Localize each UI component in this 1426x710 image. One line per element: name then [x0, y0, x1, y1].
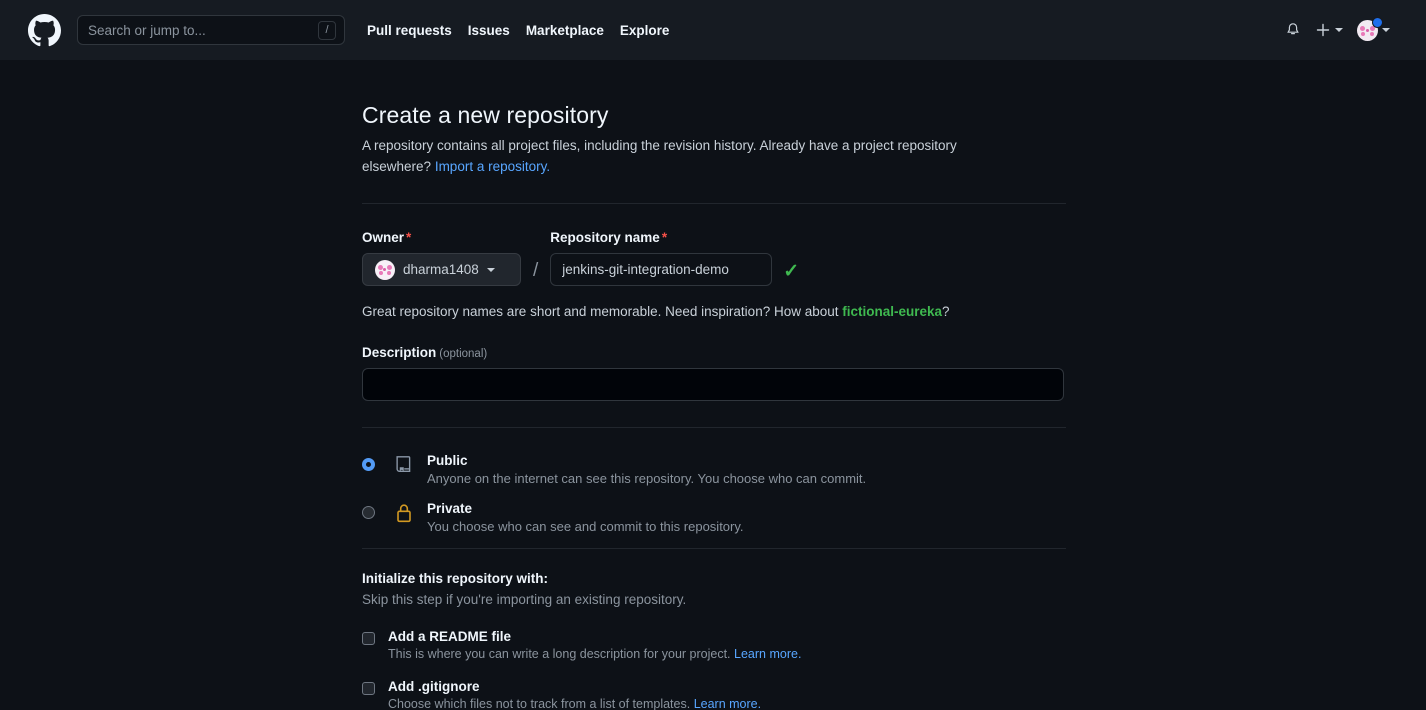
private-text: Private You choose who can see and commi…: [427, 500, 744, 534]
visibility-option-public[interactable]: Public Anyone on the internet can see th…: [362, 452, 1066, 486]
private-title: Private: [427, 501, 473, 516]
user-menu[interactable]: [1357, 16, 1390, 41]
public-title: Public: [427, 453, 468, 468]
repository-name-label: Repository name *: [550, 230, 772, 245]
gitignore-option[interactable]: Add .gitignore Choose which files not to…: [362, 679, 1066, 710]
visibility-options: Public Anyone on the internet can see th…: [362, 452, 1066, 534]
search-shortcut-badge: /: [318, 20, 336, 40]
owner-and-name-row: Owner* dharma1408 / Repository name* ✓: [362, 230, 1066, 286]
readme-sub-text: This is where you can write a long descr…: [388, 647, 731, 661]
header-actions: [1285, 16, 1410, 41]
hint-suffix: ?: [942, 304, 950, 319]
description-label: Description (optional): [362, 345, 1066, 360]
create-repository-form: Create a new repository A repository con…: [362, 102, 1066, 710]
owner-required-marker: *: [406, 230, 412, 245]
search-input[interactable]: [88, 22, 318, 38]
global-search[interactable]: /: [77, 15, 345, 45]
gitignore-checkbox[interactable]: [362, 682, 375, 695]
global-header: / Pull requests Issues Marketplace Explo…: [0, 0, 1426, 60]
description-label-text: Description: [362, 345, 437, 360]
readme-text: Add a README file This is where you can …: [388, 629, 801, 661]
owner-label: Owner *: [362, 230, 521, 245]
repository-name-field: Repository name *: [550, 230, 773, 286]
repository-name-required-marker: *: [661, 230, 668, 245]
primary-nav: Pull requests Issues Marketplace Explore: [367, 23, 669, 38]
import-repository-link[interactable]: Import a repository.: [435, 159, 550, 174]
notification-dot: [1372, 16, 1383, 28]
owner-field: Owner * dharma1408: [362, 230, 521, 286]
readme-checkbox[interactable]: [362, 632, 375, 645]
description-field: Description (optional): [362, 345, 1066, 401]
public-subtitle: Anyone on the internet can see this repo…: [427, 471, 867, 486]
initialize-section: Initialize this repository with: Skip th…: [362, 571, 1066, 710]
gitignore-label: Add .gitignore: [388, 679, 480, 694]
divider-bottom: [362, 548, 1066, 549]
chevron-down-icon: [486, 267, 495, 272]
page-description: A repository contains all project files,…: [362, 135, 1022, 177]
repository-name-input[interactable]: [550, 253, 773, 286]
repository-name-hint: Great repository names are short and mem…: [362, 304, 1066, 319]
owner-selected-name: dharma1408: [403, 262, 479, 277]
gitignore-text: Add .gitignore Choose which files not to…: [388, 679, 761, 710]
repo-icon: [392, 452, 416, 474]
nav-item-marketplace[interactable]: Marketplace: [526, 23, 604, 38]
initialize-title: Initialize this repository with:: [362, 571, 549, 586]
readme-option[interactable]: Add a README file This is where you can …: [362, 629, 1066, 661]
divider-top: [362, 203, 1066, 204]
plus-icon: [1316, 23, 1330, 37]
owner-label-text: Owner: [362, 230, 405, 245]
public-text: Public Anyone on the internet can see th…: [427, 452, 866, 486]
initialize-subtitle: Skip this step if you're importing an ex…: [362, 592, 687, 607]
chevron-down-icon: [1382, 28, 1390, 32]
bell-icon[interactable]: [1285, 22, 1301, 38]
visibility-option-private[interactable]: Private You choose who can see and commi…: [362, 500, 1066, 534]
gitignore-learn-more-link[interactable]: Learn more.: [694, 697, 761, 710]
description-optional-tag: (optional): [439, 348, 488, 360]
readme-subtitle: This is where you can write a long descr…: [388, 647, 801, 661]
private-subtitle: You choose who can see and commit to thi…: [427, 519, 744, 534]
nav-item-issues[interactable]: Issues: [468, 23, 510, 38]
divider-middle: [362, 427, 1066, 428]
owner-avatar-icon: [375, 259, 395, 280]
readme-label: Add a README file: [388, 629, 512, 644]
private-radio[interactable]: [362, 506, 375, 519]
repository-name-label-text: Repository name: [550, 230, 660, 245]
gitignore-sub-text: Choose which files not to track from a l…: [388, 697, 691, 710]
check-icon: ✓: [783, 261, 800, 282]
create-new-menu[interactable]: [1315, 22, 1343, 38]
suggested-name[interactable]: fictional-eureka: [842, 304, 942, 319]
lock-icon: [392, 500, 416, 524]
public-radio[interactable]: [362, 458, 375, 471]
description-input[interactable]: [362, 368, 1064, 401]
main-content: Create a new repository A repository con…: [0, 60, 1426, 710]
github-mark-icon[interactable]: [28, 13, 61, 47]
page-title: Create a new repository: [362, 102, 609, 128]
owner-dropdown[interactable]: dharma1408: [362, 253, 521, 286]
readme-learn-more-link[interactable]: Learn more.: [734, 647, 801, 661]
chevron-down-icon: [1335, 28, 1343, 32]
hint-prefix: Great repository names are short and mem…: [362, 304, 839, 319]
owner-name-separator: /: [533, 260, 539, 281]
gitignore-subtitle: Choose which files not to track from a l…: [388, 697, 761, 710]
nav-item-explore[interactable]: Explore: [620, 23, 670, 38]
nav-item-pull-requests[interactable]: Pull requests: [367, 23, 452, 38]
